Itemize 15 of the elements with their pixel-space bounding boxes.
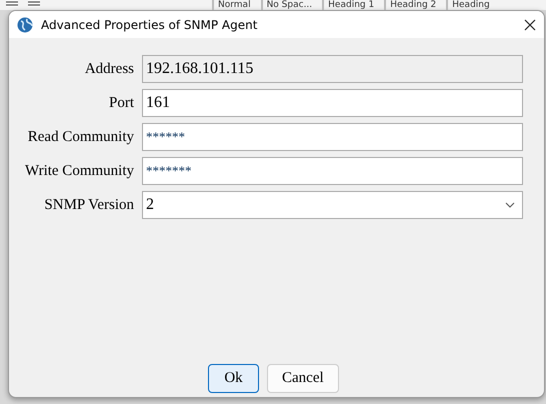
close-icon[interactable] [524,18,536,30]
window-title: Advanced Properties of SNMP Agent [41,18,258,32]
cancel-button[interactable]: Cancel [267,364,339,393]
globe-icon [17,16,33,32]
chevron-down-icon [505,202,515,208]
field-label: Read Community [26,128,134,146]
input-field[interactable]: 161 [142,89,523,117]
field-label: Address [84,60,134,78]
field-label: Write Community [24,162,134,180]
version-dropdown[interactable]: 2 [142,191,523,219]
field-label: SNMP Version [43,196,134,214]
password-field[interactable]: ******* [142,157,523,185]
field-label: Port [108,94,134,112]
ok-button[interactable]: Ok [208,364,259,393]
password-field[interactable]: ****** [142,123,523,151]
